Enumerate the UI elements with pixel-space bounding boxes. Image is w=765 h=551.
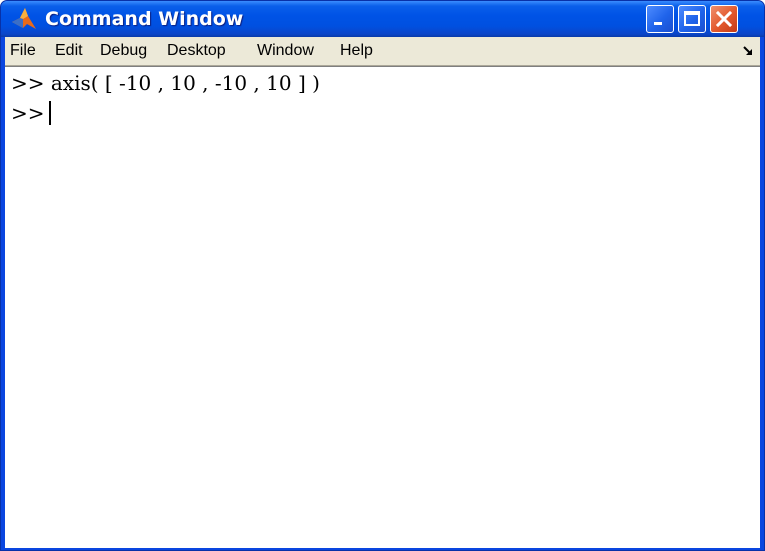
minimize-icon	[654, 22, 662, 25]
command-console[interactable]: >> axis( [ -10 , 10 , -10 , 10 ] ) >>	[5, 66, 760, 548]
title-bar[interactable]: Command Window	[1, 1, 764, 37]
maximize-icon	[684, 11, 700, 26]
window-client-area: File Edit Debug Desktop Window Help >> a…	[5, 37, 760, 548]
menu-desktop[interactable]: Desktop	[167, 42, 226, 60]
command-window: Command Window File Edit Debug Desktop W…	[0, 0, 765, 551]
menu-window[interactable]: Window	[257, 42, 314, 60]
minimize-button[interactable]	[646, 5, 674, 33]
text-cursor	[48, 101, 51, 125]
close-button[interactable]	[710, 5, 738, 33]
menu-debug[interactable]: Debug	[100, 42, 147, 60]
command-text: axis( [ -10 , 10 , -10 , 10 ] )	[50, 71, 320, 95]
menu-help[interactable]: Help	[340, 42, 373, 60]
maximize-button[interactable]	[678, 5, 706, 33]
menu-edit[interactable]: Edit	[55, 42, 83, 60]
prompt: >>	[11, 71, 45, 95]
console-line[interactable]: >>	[11, 101, 51, 125]
window-title: Command Window	[45, 8, 244, 30]
menu-bar: File Edit Debug Desktop Window Help	[5, 37, 760, 66]
prompt: >>	[11, 101, 45, 125]
undock-arrow-icon[interactable]	[742, 45, 754, 57]
close-icon	[715, 10, 733, 28]
matlab-icon	[12, 8, 36, 29]
menu-file[interactable]: File	[10, 42, 36, 60]
console-line: >> axis( [ -10 , 10 , -10 , 10 ] )	[11, 71, 320, 95]
